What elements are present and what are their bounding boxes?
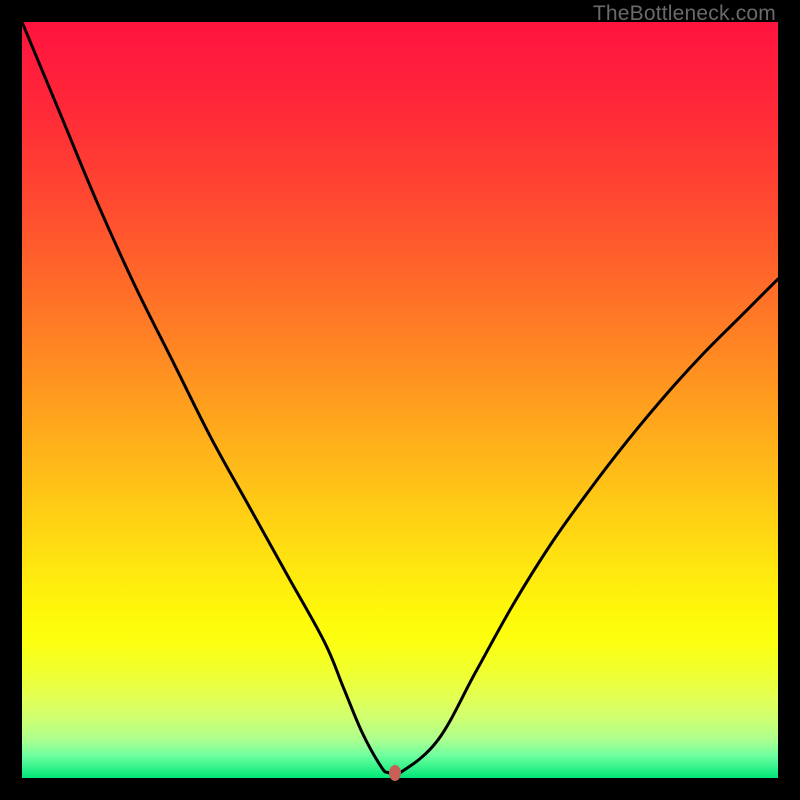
optimum-marker <box>389 765 401 781</box>
bottleneck-curve <box>22 22 778 778</box>
plot-area <box>22 22 778 778</box>
chart-frame: TheBottleneck.com <box>0 0 800 800</box>
